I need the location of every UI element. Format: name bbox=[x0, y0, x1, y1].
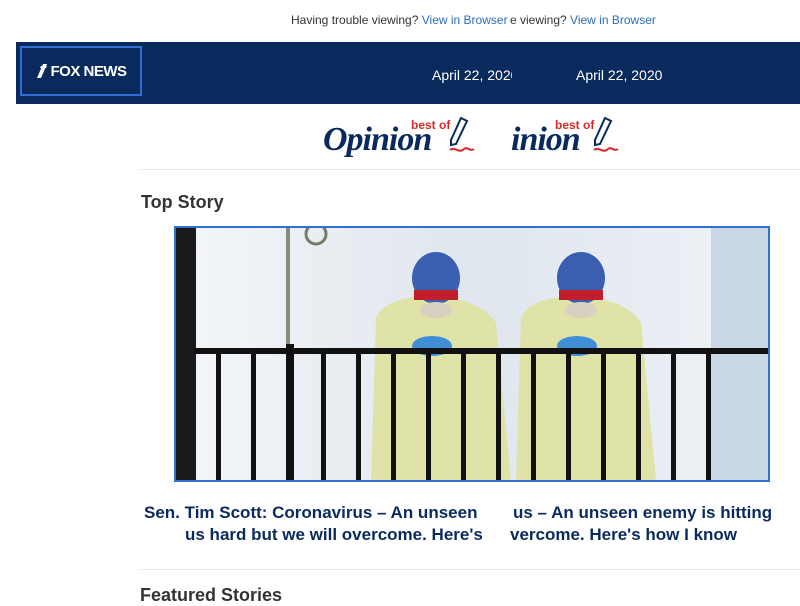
headline-line1-b[interactable]: us – An unseen enemy is hitting bbox=[512, 503, 773, 523]
healthcare-worker-photo bbox=[176, 228, 768, 480]
preheader-right: e viewing? View in Browser bbox=[508, 13, 656, 27]
preheader-text: Having trouble viewing? bbox=[291, 13, 419, 27]
best-of-label: best of bbox=[411, 118, 451, 132]
pen-icon bbox=[449, 116, 475, 152]
preheader-left: Having trouble viewing? View in Browser bbox=[291, 13, 508, 27]
featured-stories-heading: Featured Stories bbox=[140, 585, 283, 605]
fox-slash-icon bbox=[37, 64, 48, 78]
top-story-heading: Top Story bbox=[141, 192, 224, 212]
header-bar: FOX NEWS April 22, 2020 April 22, 2020 bbox=[16, 42, 800, 104]
headline-line1-a[interactable]: Sen. Tim Scott: Coronavirus – An unseen bbox=[144, 503, 477, 523]
logo-text: FOX NEWS bbox=[50, 62, 127, 80]
headline-line2-b[interactable]: vercome. Here's how I know bbox=[509, 525, 738, 545]
divider-top bbox=[140, 169, 800, 170]
divider-bottom bbox=[140, 569, 800, 570]
top-story-image[interactable] bbox=[174, 226, 770, 482]
headline-line2-a[interactable]: us hard but we will overcome. Here's bbox=[185, 525, 483, 545]
preheader-text-fragment: e viewing? bbox=[510, 13, 567, 27]
fox-news-logo[interactable]: FOX NEWS bbox=[20, 46, 142, 96]
header-date-left: April 22, 2020 bbox=[432, 67, 512, 83]
header-date-right: April 22, 2020 bbox=[576, 67, 663, 83]
best-of-label-duplicate: best of bbox=[555, 118, 595, 132]
pen-icon-duplicate bbox=[593, 116, 619, 152]
view-in-browser-link-duplicate[interactable]: View in Browser bbox=[570, 13, 656, 27]
view-in-browser-link[interactable]: View in Browser bbox=[422, 13, 508, 27]
